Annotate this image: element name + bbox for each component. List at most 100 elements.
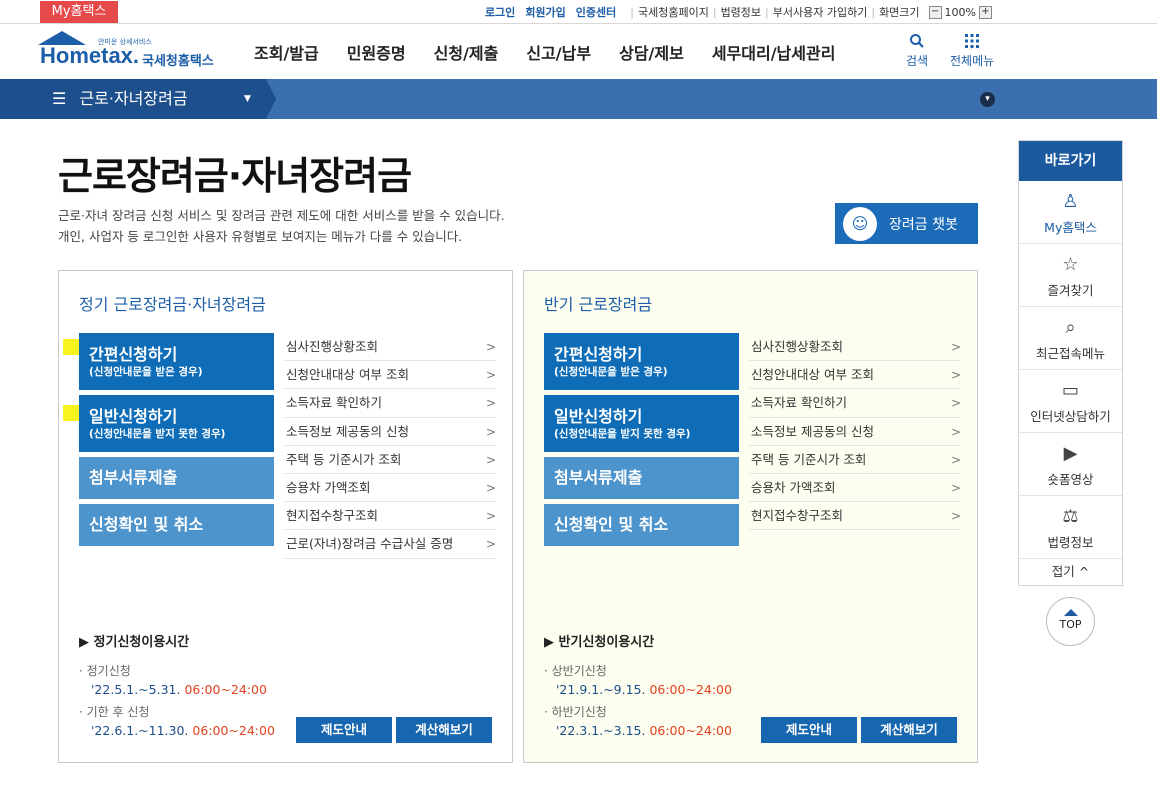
link-income-data[interactable]: 소득자료 확인하기 > — [749, 389, 961, 418]
fold-button[interactable]: 접기 ^ — [1019, 559, 1122, 587]
link-income-data[interactable]: 소득자료 확인하기 > — [284, 389, 496, 418]
nav-item-application[interactable]: 신청/제출 — [434, 40, 499, 64]
simple-apply-button[interactable]: 간편신청하기 (신청안내문을 받은 경우) — [544, 333, 739, 390]
expand-circle-icon[interactable]: ▾ — [980, 92, 995, 107]
link-receipt-proof[interactable]: 근로(자녀)장려금 수급사실 증명 > — [284, 530, 496, 559]
general-apply-button[interactable]: 일반신청하기 (신청안내문을 받지 못한 경우) — [544, 395, 739, 452]
nav-item-consult[interactable]: 상담/제보 — [619, 40, 684, 64]
link-eligibility-check[interactable]: 신청안내대상 여부 조회 > — [749, 361, 961, 390]
scroll-top-button[interactable]: TOP — [1046, 597, 1095, 646]
submit-documents-button[interactable]: 첨부서류제출 — [79, 457, 274, 499]
regular-incentive-panel: 정기 근로장려금·자녀장려금 간편신청하기 (신청안내문을 받은 경우) 일반신… — [58, 270, 513, 763]
nav-item-certificate[interactable]: 민원증명 — [347, 40, 406, 64]
system-guide-button[interactable]: 제도안내 — [761, 717, 857, 743]
nav-item-filing[interactable]: 신고/납부 — [526, 40, 591, 64]
confirm-cancel-button[interactable]: 신청확인 및 취소 — [544, 504, 739, 546]
chatbot-button[interactable]: ☺ 장려금 챗봇 — [835, 203, 978, 244]
simple-apply-button[interactable]: 간편신청하기 (신청안내문을 받은 경우) — [79, 333, 274, 390]
usage-period: '22.3.1.~3.15. 06:00~24:00 — [556, 723, 732, 738]
grid-icon — [965, 34, 980, 48]
zoom-control: − 100% + — [926, 5, 995, 19]
nav-item-agent[interactable]: 세무대리/납세관리 — [712, 40, 836, 64]
search-button[interactable]: 검색 — [906, 33, 928, 69]
calculate-button[interactable]: 계산해보기 — [396, 717, 492, 743]
panel-title: 정기 근로장려금·자녀장려금 — [79, 295, 266, 314]
chevron-right-icon: > — [950, 424, 961, 439]
usage-hours: ▶ 정기신청이용시간 · 정기신청 '22.5.1.~5.31. 06:00~2… — [79, 631, 275, 744]
recent-search-icon: ⌕ — [1065, 317, 1076, 338]
chevron-right-icon: > — [485, 452, 496, 467]
link-house-price[interactable]: 주택 등 기준시가 조회 > — [749, 446, 961, 474]
button-title: 첨부서류제출 — [89, 468, 178, 487]
link-income-consent[interactable]: 소득정보 제공동의 신청 > — [749, 418, 961, 446]
chevron-right-icon: > — [950, 340, 961, 354]
chevron-down-icon[interactable]: ▼ — [244, 79, 251, 119]
chevron-right-icon: > — [950, 480, 961, 495]
chevron-right-icon: > — [485, 340, 496, 354]
usage-label: · 정기신청 — [79, 664, 131, 678]
quick-item-online-consult[interactable]: ▭ 인터넷상담하기 — [1019, 370, 1122, 433]
hometax-logo[interactable]: 안미운 상세서비스 Hometax. 국세청홈택스 — [38, 31, 223, 71]
all-menu-button[interactable]: 전체메뉴 — [950, 33, 994, 69]
law-info-link[interactable]: 법령정보 — [721, 4, 761, 20]
chevron-right-icon: > — [485, 396, 496, 411]
quick-item-label: 인터넷상담하기 — [1030, 409, 1111, 424]
chevron-right-icon: > — [485, 509, 496, 524]
signup-link[interactable]: 회원가입 — [525, 4, 565, 20]
my-hometax-button[interactable]: My홈택스 — [40, 1, 118, 23]
quick-item-my-hometax[interactable]: ♙ My홈택스 — [1019, 181, 1122, 244]
star-icon: ☆ — [1062, 254, 1079, 275]
zoom-in-button[interactable]: + — [979, 5, 992, 19]
quick-item-law-info[interactable]: ⚖ 법령정보 — [1019, 496, 1122, 559]
quick-item-short-video[interactable]: ▶ 숏폼영상 — [1019, 433, 1122, 496]
button-subtitle: (신청안내문을 받지 못한 경우) — [554, 428, 691, 440]
usage-period: '21.9.1.~9.15. 06:00~24:00 — [556, 682, 732, 697]
link-review-status[interactable]: 심사진행상황조회 > — [284, 333, 496, 362]
usage-period: '22.5.1.~5.31. 06:00~24:00 — [91, 682, 267, 697]
login-link[interactable]: 로그인 — [485, 4, 515, 20]
button-title: 신청확인 및 취소 — [89, 515, 204, 534]
service-link-list: 심사진행상황조회 > 신청안내대상 여부 조회 > 소득자료 확인하기 > 소득정보 … — [284, 333, 496, 559]
general-apply-button[interactable]: 일반신청하기 (신청안내문을 받지 못한 경우) — [79, 395, 274, 452]
usage-title: ▶ 정기신청이용시간 — [79, 635, 190, 650]
link-eligibility-check[interactable]: 신청안내대상 여부 조회 > — [284, 361, 496, 390]
link-car-value[interactable]: 승용차 가액조회 > — [284, 474, 496, 503]
chevron-right-icon: > — [485, 424, 496, 439]
quick-item-label: 숏폼영상 — [1047, 472, 1094, 487]
all-menu-label: 전체메뉴 — [950, 54, 995, 68]
quick-menu-title: 바로가기 — [1019, 141, 1122, 181]
calculate-button[interactable]: 계산해보기 — [861, 717, 957, 743]
zoom-out-button[interactable]: − — [928, 5, 942, 19]
logo-text: Hometax. — [40, 43, 140, 68]
quick-item-recent-menu[interactable]: ⌕ 최근접속메뉴 — [1019, 307, 1122, 370]
usage-label: · 하반기신청 — [544, 705, 607, 719]
usage-hours: ▶ 반기신청이용시간 · 상반기신청 '21.9.1.~9.15. 06:00~… — [544, 631, 732, 744]
main-nav: 조회/발급 민원증명 신청/제출 신고/납부 상담/제보 세무대리/납세관리 — [254, 25, 863, 79]
dept-user-signup-link[interactable]: 부서사용자 가입하기 — [773, 4, 868, 20]
link-house-price[interactable]: 주택 등 기준시가 조회 > — [284, 446, 496, 474]
nts-homepage-link[interactable]: 국세청홈페이지 — [638, 4, 709, 20]
link-review-status[interactable]: 심사진행상황조회 > — [749, 333, 961, 362]
submit-documents-button[interactable]: 첨부서류제출 — [544, 457, 739, 499]
system-guide-button[interactable]: 제도안내 — [296, 717, 392, 743]
description-line: 근로·자녀 장려금 신청 서비스 및 장려금 관련 제도에 대한 서비스를 받을… — [58, 208, 505, 223]
link-local-office[interactable]: 현지접수창구조회 > — [749, 502, 961, 531]
breadcrumb-title[interactable]: ☰ 근로·자녀장려금 — [52, 79, 188, 119]
quick-item-label: 최근접속메뉴 — [1035, 346, 1105, 361]
link-car-value[interactable]: 승용차 가액조회 > — [749, 474, 961, 503]
confirm-cancel-button[interactable]: 신청확인 및 취소 — [79, 504, 274, 546]
divider: | — [765, 5, 769, 19]
quick-item-label: My홈택스 — [1044, 220, 1097, 235]
link-local-office[interactable]: 현지접수창구조회 > — [284, 502, 496, 531]
menu-icon: ☰ — [52, 89, 67, 108]
cert-center-link[interactable]: 인증센터 — [576, 4, 616, 20]
zoom-value: 100% — [944, 5, 976, 19]
play-icon: ▶ — [1063, 443, 1078, 464]
link-income-consent[interactable]: 소득정보 제공동의 신청 > — [284, 418, 496, 446]
top-label: TOP — [1059, 618, 1082, 631]
laptop-icon: ▭ — [1061, 380, 1079, 401]
nav-item-inquiry[interactable]: 조회/발급 — [254, 40, 319, 64]
button-title: 일반신청하기 — [89, 407, 178, 426]
quick-item-favorites[interactable]: ☆ 즐겨찾기 — [1019, 244, 1122, 307]
utility-links: 로그인 회원가입 인증센터 | 국세청홈페이지 | 법령정보 | 부서사용자 가… — [485, 0, 995, 24]
